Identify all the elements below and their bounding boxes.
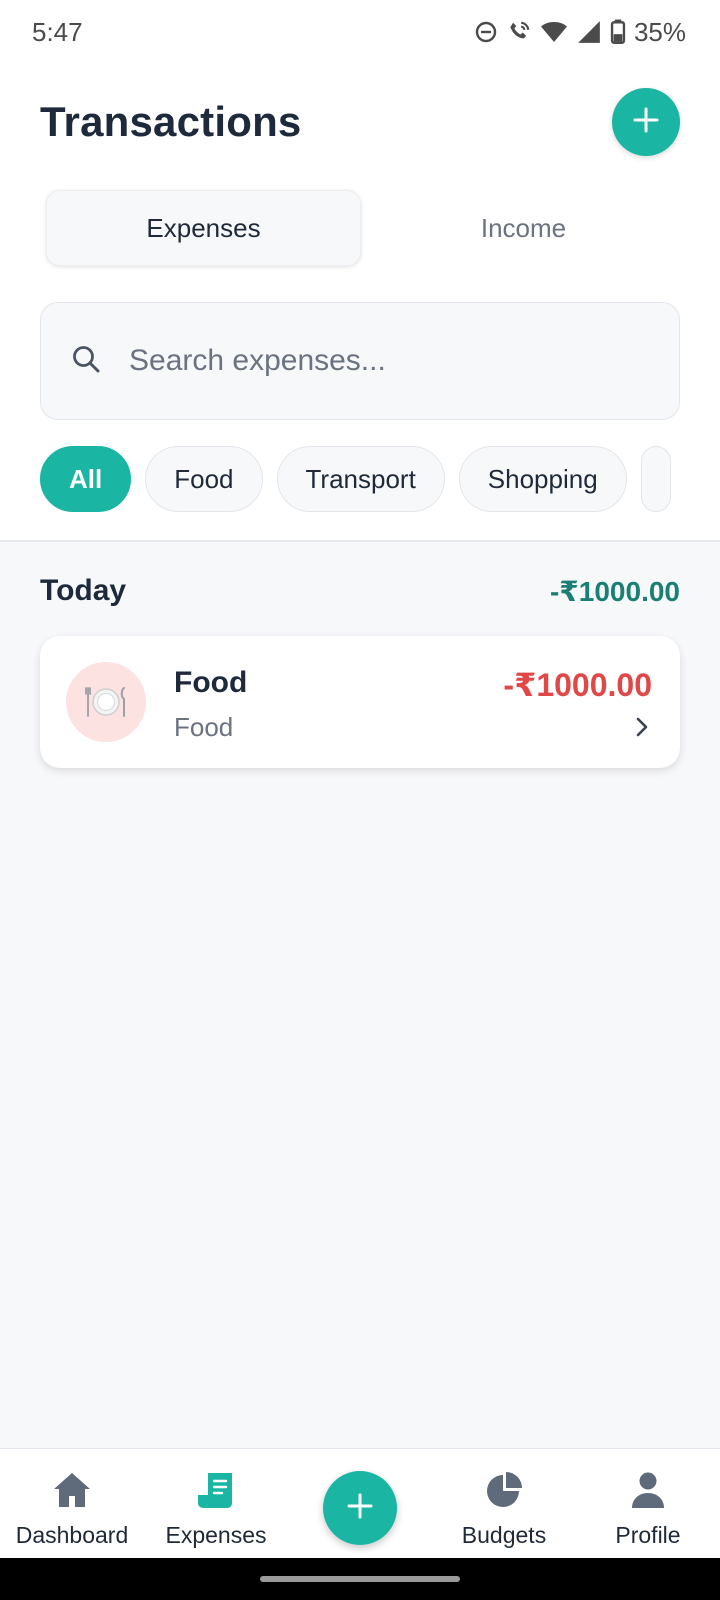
home-icon [52,1471,92,1514]
header: Transactions [40,86,680,158]
search-icon [71,344,101,379]
plate-cutlery-icon [66,662,146,742]
nav-budgets[interactable]: Budgets [434,1471,574,1549]
wifi-call-icon [506,19,532,45]
wifi-icon [540,20,568,44]
dnd-icon [474,20,498,44]
search-input[interactable] [129,344,649,378]
gesture-handle[interactable] [260,1576,460,1582]
transactions-screen: 5:47 35% Transactions Expenses Income Se… [0,0,720,1600]
add-transaction-button[interactable] [612,88,680,156]
date-group-title: Today [40,574,127,607]
bottom-nav: Dashboard Expenses Budgets Profile [0,1448,720,1558]
nav-profile[interactable]: Profile [578,1471,718,1549]
page-title: Transactions [40,98,302,145]
person-icon [629,1471,667,1514]
status-icons: 35% [474,17,686,48]
plus-icon [631,105,661,140]
nav-dashboard[interactable]: Dashboard [2,1471,142,1549]
filter-chip-food[interactable]: Food [145,446,263,512]
filter-chip-overflow[interactable] [640,446,671,512]
chevron-right-icon [634,716,650,743]
nav-expenses-label: Expenses [165,1522,267,1548]
system-gesture-bar [0,1558,720,1600]
nav-profile-label: Profile [615,1522,681,1548]
add-expense-button[interactable] [323,1471,397,1545]
transaction-list[interactable]: Today -₹1000.00 Food Food -₹1000.00 [0,540,720,1448]
receipt-icon [196,1471,236,1514]
signal-icon [576,19,602,45]
pie-chart-icon [485,1471,523,1514]
date-group-total: -₹1000.00 [549,575,680,607]
status-bar: 5:47 35% [0,0,720,64]
type-tabs: Expenses Income [40,186,680,270]
transaction-title: Food [174,666,248,699]
transaction-amount: -₹1000.00 [503,667,652,703]
filter-chip-all[interactable]: All [40,446,132,512]
battery-percent: 35% [633,16,686,47]
status-time: 5:47 [32,16,83,47]
nav-expenses[interactable]: Expenses [146,1471,286,1549]
transaction-category: Food [174,712,234,742]
tab-income[interactable]: Income [367,186,680,270]
date-group-header: Today -₹1000.00 [40,574,680,608]
transaction-card[interactable]: Food Food -₹1000.00 [40,636,680,768]
search-bar [40,302,680,420]
filter-chip-shopping[interactable]: Shopping [458,446,627,512]
plus-icon [345,1491,375,1526]
filter-chip-transport[interactable]: Transport [276,446,445,512]
nav-budgets-label: Budgets [461,1522,547,1548]
category-filters: All Food Transport Shopping [40,446,720,514]
tab-expenses[interactable]: Expenses [46,190,361,266]
nav-dashboard-label: Dashboard [15,1522,129,1548]
battery-icon [610,19,626,45]
